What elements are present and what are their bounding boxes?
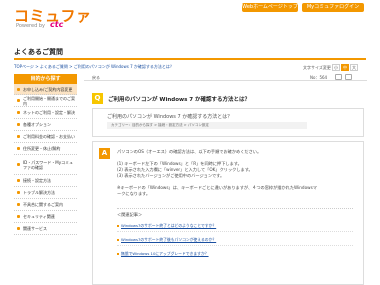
- answer-step-2: (2) 表示された入力欄に「winver」と入力して「OK」クリックします。: [117, 167, 253, 172]
- answer-note-1: ※キーボードの「Windows」は、キーボードごとに違いがありますが、４つの窓枠…: [117, 185, 317, 190]
- question-badge: Q: [92, 93, 103, 104]
- question-title: ご利用のパソコンが Windows 7 か確認する方法とは？: [108, 97, 251, 103]
- bullet-icon: [17, 227, 20, 230]
- sidebar-item-billing[interactable]: ご利用料金の確認・お支払い: [14, 131, 77, 143]
- sidebar-item-options[interactable]: 各種オプション: [14, 119, 77, 131]
- bullet-icon: [17, 135, 20, 138]
- related-link-2[interactable]: Windows7のサポート終了後もパソコンが使えるのか？: [121, 237, 216, 243]
- sidebar-item-application[interactable]: お申し込み/ご契約内容変更: [14, 84, 77, 95]
- link-bullet-icon: [117, 253, 119, 255]
- sidebar: 目的から探す お申し込み/ご契約内容変更 ご利用開始・開通までのご案内 ネットの…: [14, 74, 77, 235]
- bullet-icon: [17, 215, 20, 218]
- bullet-icon: [17, 123, 20, 126]
- back-link[interactable]: 戻る: [92, 75, 100, 81]
- sidebar-item-net-usage[interactable]: ネットのご利用・設定・解決: [14, 107, 77, 119]
- link-bullet-icon: [117, 239, 119, 241]
- link-bullet-icon: [117, 225, 119, 227]
- breadcrumb[interactable]: TOPページ > よくあるご質問 > ご利用のパソコンが Windows 7 か…: [14, 64, 174, 70]
- bullet-icon: [17, 147, 20, 150]
- bullet-icon: [17, 87, 20, 91]
- sidebar-item-id-password[interactable]: ID・パスワード・Myコミュファの確認: [14, 155, 77, 175]
- font-medium-button[interactable]: 中: [341, 64, 349, 71]
- answer-intro: パソコンのOS（オーエス）の確認方法は、以下の手順でお確かめください。: [117, 149, 262, 154]
- related-link-3[interactable]: 無償でWindows 10にアップグレードできますか？: [121, 251, 209, 257]
- sidebar-item-related-services[interactable]: 関連サービス: [14, 223, 77, 235]
- answer-box: A パソコンのOS（オーエス）の確認方法は、以下の手順でお確かめください。 (1…: [92, 141, 364, 285]
- sidebar-item-malfunction[interactable]: 不具合に関するご案内: [14, 199, 77, 211]
- related-link-1[interactable]: Windows7のサポート終了とはどのようなことですか？: [121, 223, 216, 229]
- sidebar-heading: 目的から探す: [14, 74, 77, 84]
- faq-number: No：564: [310, 75, 328, 80]
- font-small-button[interactable]: 小: [332, 64, 340, 71]
- bullet-icon: [17, 111, 20, 114]
- related-divider: [117, 231, 353, 232]
- sidebar-item-security[interactable]: セキュリティ関連: [14, 211, 77, 223]
- web-top-button[interactable]: Webホームページトップ: [242, 3, 298, 12]
- my-commufa-login-button[interactable]: Myコミュファログイン: [302, 3, 364, 12]
- answer-note-2: ークになります。: [117, 191, 151, 196]
- page-title: よくあるご質問: [14, 48, 63, 56]
- question-category[interactable]: カテゴリー：目的から探す > 接続・設定方法 > パソコン設定: [107, 122, 307, 129]
- print-icon[interactable]: [335, 74, 342, 80]
- faq-toolbar: 戻る No：564: [84, 74, 367, 81]
- answer-step-1: (1) キーボード左下の「Windows」と「R」を同時に押下します。: [117, 161, 242, 166]
- mail-icon[interactable]: [345, 74, 352, 80]
- bullet-icon: [17, 163, 20, 166]
- answer-divider: [117, 208, 353, 209]
- title-divider: [14, 58, 366, 60]
- site-header: コミュファ Powered by ctc Webホームページトップ Myコミュフ…: [0, 0, 380, 34]
- sidebar-item-connection[interactable]: 接続・設定方法: [14, 175, 77, 187]
- question-box: ご利用のパソコンが Windows 7 か確認する方法とは？ カテゴリー：目的か…: [92, 108, 364, 137]
- font-size-label: 文字サイズ変更: [303, 65, 331, 70]
- bullet-icon: [17, 191, 20, 194]
- question-subtitle: ご利用のパソコンが Windows 7 か確認する方法とは？: [107, 114, 233, 120]
- related-divider: [117, 245, 353, 246]
- answer-badge: A: [99, 148, 110, 159]
- sidebar-item-address-change[interactable]: 住所変更・休止/解約: [14, 143, 77, 155]
- bullet-icon: [17, 99, 20, 102]
- bullet-icon: [17, 203, 20, 206]
- faq-main: 戻る No：564 Q ご利用のパソコンが Windows 7 か確認する方法と…: [84, 74, 367, 285]
- logo-powered-text: Powered by: [16, 23, 45, 29]
- ctc-logo: ctc: [50, 20, 64, 29]
- sidebar-item-troubleshoot[interactable]: トラブル解決方法: [14, 187, 77, 199]
- answer-step-3: (3) 表示されたバージョンがご使用中のバージョンです。: [117, 173, 225, 178]
- font-large-button[interactable]: 大: [350, 64, 358, 71]
- related-heading: ＜関連記事＞: [117, 212, 143, 217]
- bullet-icon: [17, 179, 20, 182]
- sidebar-item-start-guide[interactable]: ご利用開始・開通までのご案内: [14, 95, 77, 107]
